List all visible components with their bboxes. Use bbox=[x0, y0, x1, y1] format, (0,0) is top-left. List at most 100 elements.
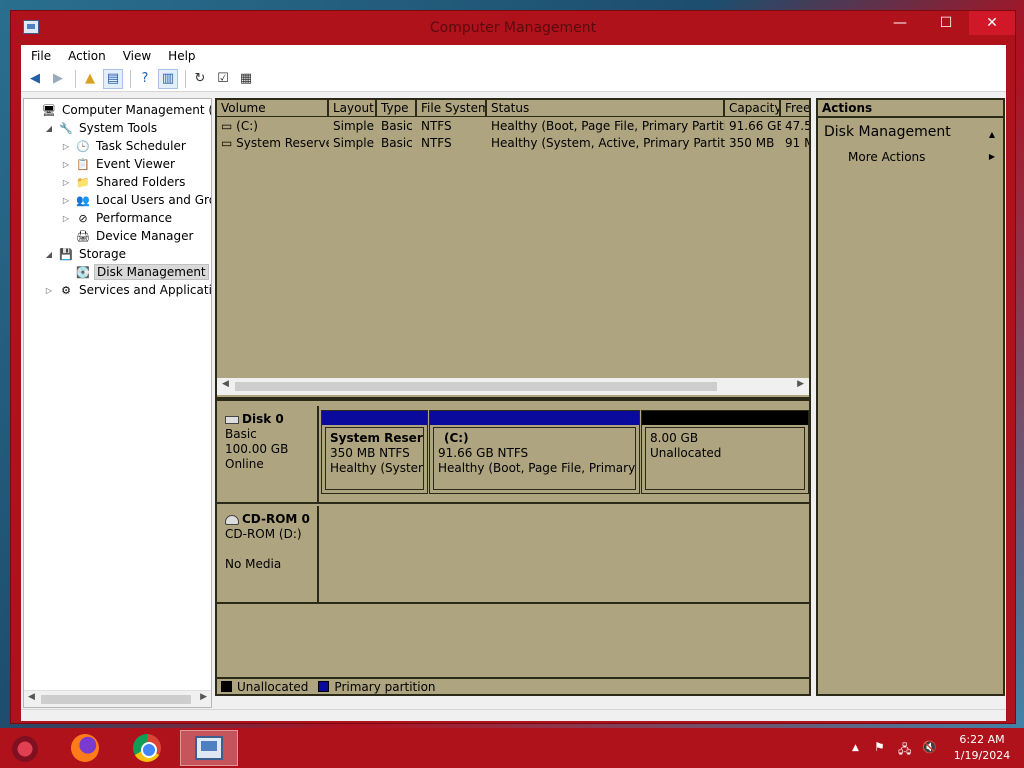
volume-muted-icon[interactable]: 🔇 bbox=[922, 740, 937, 754]
tree-item-event-viewer[interactable]: ▷ 📋 Event Viewer bbox=[60, 155, 177, 173]
taskbar-firefox[interactable] bbox=[62, 730, 108, 766]
expand-arrow-icon[interactable]: ▷ bbox=[60, 178, 72, 187]
column-header-file-system[interactable]: File System bbox=[417, 100, 487, 117]
column-header-free[interactable]: Free bbox=[781, 100, 809, 117]
scroll-right-icon[interactable]: ▶ bbox=[797, 379, 804, 389]
collapse-up-icon[interactable]: ▲ bbox=[989, 130, 995, 139]
back-arrow-icon[interactable]: ◀ bbox=[25, 69, 45, 89]
menu-help[interactable]: Help bbox=[168, 49, 195, 63]
tree-item-disk-management[interactable]: 💽 Disk Management bbox=[60, 263, 209, 281]
toolbar-separator bbox=[75, 69, 76, 88]
tree-item-performance[interactable]: ▷ ⊘ Performance bbox=[60, 209, 174, 227]
expand-arrow-icon[interactable]: ▷ bbox=[60, 142, 72, 151]
tree-item-label: Performance bbox=[96, 211, 173, 225]
expand-arrow-icon[interactable]: ▷ bbox=[60, 160, 72, 169]
client-area: File Action View Help ◀ ▶ ▲ ▤ ? ▥ ↻ ☑ ▦ … bbox=[21, 45, 1006, 721]
scroll-thumb[interactable] bbox=[235, 382, 717, 391]
collapse-arrow-icon[interactable]: ◢ bbox=[43, 124, 55, 133]
chrome-icon bbox=[133, 734, 161, 762]
title-bar[interactable]: Computer Management — ☐ ✕ bbox=[11, 11, 1015, 45]
collapse-arrow-icon[interactable]: ◢ bbox=[43, 250, 55, 259]
menu-view[interactable]: View bbox=[123, 49, 151, 63]
system-clock[interactable]: 6:22 AM 1/19/2024 bbox=[948, 732, 1016, 764]
partition-c[interactable]: (C:) 91.66 GB NTFS Healthy (Boot, Page F… bbox=[429, 410, 640, 494]
taskbar-computer-management[interactable] bbox=[180, 730, 238, 766]
actions-section-disk-management[interactable]: Disk Management bbox=[824, 124, 951, 140]
volume-drive-icon: ▭ bbox=[221, 136, 237, 150]
up-folder-icon[interactable]: ▲ bbox=[80, 69, 100, 89]
tree-item-device-manager[interactable]: 🖨 Device Manager bbox=[60, 227, 195, 245]
partition-color-bar bbox=[322, 411, 427, 425]
taskbar-chrome[interactable] bbox=[118, 730, 176, 766]
scroll-thumb[interactable] bbox=[41, 695, 191, 704]
tree-item-system-tools[interactable]: ◢ 🔧 System Tools bbox=[43, 119, 159, 137]
tree-item-services-and-applications[interactable]: ▷ ⚙ Services and Applications bbox=[43, 281, 212, 299]
refresh-icon[interactable]: ↻ bbox=[190, 69, 210, 89]
partition-unallocated[interactable]: 8.00 GB Unallocated bbox=[641, 410, 809, 494]
partition-system-reserved[interactable]: System Reserve 350 MB NTFS Healthy (Syst… bbox=[321, 410, 428, 494]
volume-row-c[interactable]: ▭ (C:) Simple Basic NTFS Healthy (Boot, … bbox=[217, 118, 809, 135]
tree-horizontal-scrollbar[interactable]: ◀ ▶ bbox=[24, 690, 211, 707]
scroll-left-icon[interactable]: ◀ bbox=[28, 692, 35, 702]
column-header-layout[interactable]: Layout bbox=[329, 100, 377, 117]
computer-icon: 🖥 bbox=[42, 103, 56, 117]
disk-type: Basic bbox=[225, 427, 257, 441]
show-hide-action-pane-icon[interactable]: ▥ bbox=[158, 68, 178, 89]
column-header-volume[interactable]: Volume bbox=[217, 100, 329, 117]
minimize-button[interactable]: — bbox=[877, 11, 923, 35]
expand-arrow-icon[interactable]: ▷ bbox=[60, 214, 72, 223]
window-title: Computer Management bbox=[429, 20, 597, 36]
cdrom-type: CD-ROM (D:) bbox=[225, 527, 302, 541]
submenu-arrow-icon: ▶ bbox=[988, 152, 995, 161]
toolbar: ◀ ▶ ▲ ▤ ? ▥ ↻ ☑ ▦ bbox=[21, 66, 1006, 92]
hard-disk-icon bbox=[225, 415, 239, 424]
help-icon[interactable]: ? bbox=[135, 69, 155, 89]
partition-size: 350 MB NTFS bbox=[330, 446, 410, 460]
expand-arrow-icon[interactable]: ▷ bbox=[43, 286, 55, 295]
partition-color-bar bbox=[642, 411, 808, 425]
scroll-right-icon[interactable]: ▶ bbox=[200, 692, 207, 702]
action-center-flag-icon[interactable]: ⚑ bbox=[874, 740, 885, 754]
disk-icon: 💽 bbox=[76, 265, 90, 279]
pane-splitter[interactable] bbox=[217, 397, 809, 401]
volume-list-horizontal-scrollbar[interactable]: ◀ ▶ bbox=[217, 378, 809, 395]
tree-item-label: Services and Applications bbox=[79, 283, 212, 297]
console-tree: 🖥 Computer Management (Local ◢ 🔧 System Tool… bbox=[23, 98, 212, 708]
expand-arrow-icon[interactable]: ▷ bbox=[60, 196, 72, 205]
cdrom-0-info[interactable]: CD-ROM 0 CD-ROM (D:) No Media bbox=[217, 506, 319, 602]
volume-row-system-reserved[interactable]: ▭ System Reserved Simple Basic NTFS Heal… bbox=[217, 135, 809, 152]
column-header-type[interactable]: Type bbox=[377, 100, 417, 117]
disk-management-pane: Volume Layout Type File System Status Ca… bbox=[215, 98, 811, 696]
volume-layout: Simple bbox=[333, 119, 374, 133]
network-icon[interactable]: 🖧 bbox=[898, 740, 911, 761]
performance-icon: ⊘ bbox=[78, 211, 88, 225]
show-hidden-icons-icon[interactable]: ▲ bbox=[852, 743, 859, 753]
export-list-icon[interactable]: ▦ bbox=[236, 69, 256, 89]
disk-size: 100.00 GB bbox=[225, 442, 289, 456]
tree-item-label: System Tools bbox=[79, 121, 158, 135]
legend-label-unallocated: Unallocated bbox=[237, 679, 309, 694]
more-actions-item[interactable]: More Actions bbox=[848, 150, 925, 164]
menu-action[interactable]: Action bbox=[68, 49, 106, 63]
show-hide-tree-icon[interactable]: ▤ bbox=[103, 68, 123, 89]
tree-item-computer-management-local[interactable]: 🖥 Computer Management (Local bbox=[26, 101, 211, 119]
firefox-icon bbox=[71, 734, 99, 762]
volume-capacity: 91.66 GB bbox=[729, 119, 781, 133]
properties-icon[interactable]: ☑ bbox=[213, 69, 233, 89]
tree-item-shared-folders[interactable]: ▷ 📁 Shared Folders bbox=[60, 173, 187, 191]
menu-file[interactable]: File bbox=[31, 49, 51, 63]
disk-0-info[interactable]: Disk 0 Basic 100.00 GB Online bbox=[217, 406, 319, 502]
forward-arrow-icon[interactable]: ▶ bbox=[48, 69, 68, 89]
start-button-icon[interactable] bbox=[12, 736, 38, 762]
event-viewer-icon: 📋 bbox=[76, 157, 90, 171]
scroll-left-icon[interactable]: ◀ bbox=[222, 379, 229, 389]
partition-size: 8.00 GB bbox=[650, 431, 699, 445]
maximize-button[interactable]: ☐ bbox=[923, 11, 969, 35]
tree-item-local-users-and-groups[interactable]: ▷ 👥 Local Users and Groups bbox=[60, 191, 211, 209]
column-header-status[interactable]: Status bbox=[487, 100, 725, 117]
column-header-capacity[interactable]: Capacity bbox=[725, 100, 781, 117]
tree-item-storage[interactable]: ◢ 💾 Storage bbox=[43, 245, 128, 263]
close-button[interactable]: ✕ bbox=[969, 11, 1015, 35]
tree-item-task-scheduler[interactable]: ▷ 🕒 Task Scheduler bbox=[60, 137, 188, 155]
disk-0-row: Disk 0 Basic 100.00 GB Online System Res… bbox=[217, 406, 809, 504]
